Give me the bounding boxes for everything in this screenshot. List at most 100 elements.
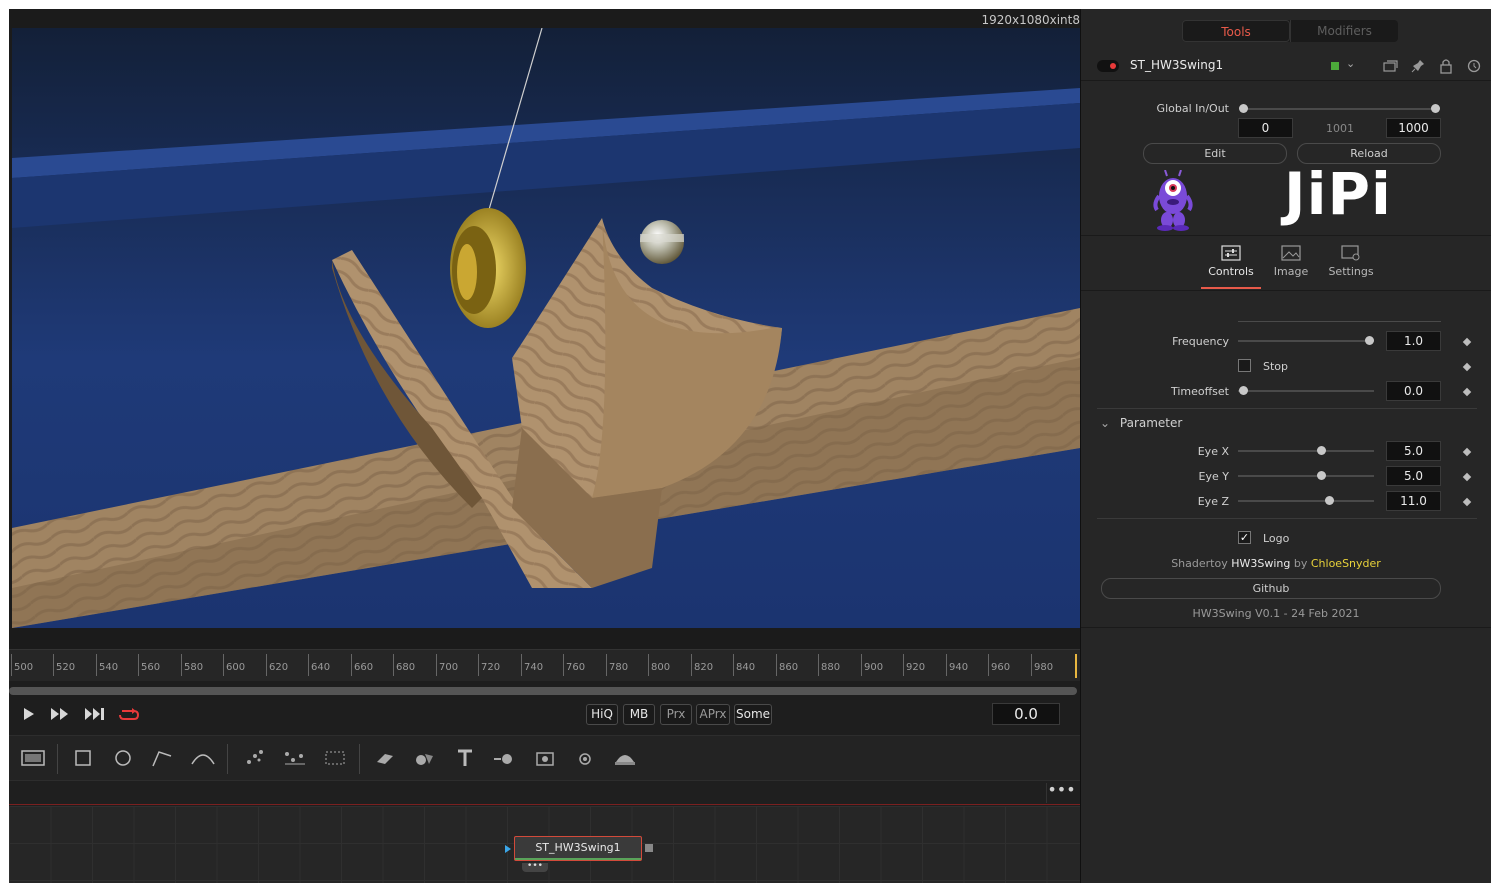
image-icon: [1281, 245, 1301, 261]
text3d-icon[interactable]: [451, 746, 479, 772]
background-tool-icon[interactable]: [19, 746, 47, 772]
rendered-scene: [12, 28, 1080, 628]
shader-title-link[interactable]: HW3Swing: [1231, 557, 1290, 570]
keyframe-icon[interactable]: [1462, 362, 1472, 372]
keyframe-icon[interactable]: [1462, 337, 1472, 347]
bspline-mask-icon[interactable]: [189, 746, 217, 772]
eye-z-label: Eye Z: [1197, 495, 1229, 508]
global-in-field[interactable]: 0: [1238, 118, 1293, 138]
pin-icon[interactable]: [1410, 58, 1426, 74]
tab-tools[interactable]: Tools: [1182, 20, 1290, 42]
stop-checkbox[interactable]: [1238, 359, 1251, 372]
play-icon[interactable]: [17, 707, 39, 727]
timeoffset-field[interactable]: 0.0: [1386, 381, 1441, 401]
node-status-bar: [515, 858, 641, 860]
timeoffset-slider[interactable]: [1238, 390, 1374, 392]
shape3d-icon[interactable]: [371, 746, 399, 772]
divider: [1097, 408, 1477, 409]
fast-forward-icon[interactable]: [49, 707, 71, 727]
tab-settings-label: Settings: [1328, 265, 1374, 278]
global-out-handle[interactable]: [1431, 104, 1440, 113]
hiq-button[interactable]: HiQ: [586, 704, 618, 725]
eye-y-slider[interactable]: [1238, 475, 1374, 477]
ruler-tick: 500: [11, 654, 33, 676]
eye-y-field[interactable]: 5.0: [1386, 466, 1441, 486]
node-input-icon[interactable]: [505, 845, 511, 853]
edit-button[interactable]: Edit: [1143, 143, 1287, 164]
eye-y-knob[interactable]: [1317, 471, 1326, 480]
node-st-hw3swing1[interactable]: ST_HW3Swing1: [514, 836, 642, 861]
logo-checkbox[interactable]: ✓: [1238, 531, 1251, 544]
keyframe-icon[interactable]: [1462, 387, 1472, 397]
spotlight-icon[interactable]: [571, 746, 599, 772]
keyframe-icon[interactable]: [1462, 447, 1472, 457]
ellipse-mask-icon[interactable]: [109, 746, 137, 772]
eye-x-field[interactable]: 5.0: [1386, 441, 1441, 461]
ruler-tick: 600: [223, 654, 245, 676]
renderer3d-icon[interactable]: [491, 746, 519, 772]
tool-color-swatch[interactable]: [1331, 62, 1339, 70]
eye-x-slider[interactable]: [1238, 450, 1374, 452]
current-time-field[interactable]: 0.0: [992, 703, 1060, 725]
polygon-mask-icon[interactable]: [149, 746, 177, 772]
tab-controls[interactable]: Controls: [1201, 245, 1261, 289]
global-section: Global In/Out 0 1001 1000 Edit Reload Ji…: [1081, 82, 1491, 236]
particle-emitter-icon[interactable]: [241, 746, 269, 772]
node-label: ST_HW3Swing1: [535, 841, 621, 854]
viewer-panel[interactable]: 1920x1080xint8: [9, 9, 1080, 649]
more-options-button[interactable]: •••: [1046, 782, 1076, 803]
inspector-tabs: Tools Modifiers: [1182, 20, 1398, 42]
eye-z-field[interactable]: 11.0: [1386, 491, 1441, 511]
merge3d-icon[interactable]: [411, 746, 439, 772]
timeline-ruler[interactable]: 500 520 540 560 580 600 620 640 660 680 …: [9, 649, 1080, 681]
eye-x-knob[interactable]: [1317, 446, 1326, 455]
keyframe-icon[interactable]: [1462, 472, 1472, 482]
aprx-button[interactable]: APrx: [696, 704, 730, 725]
tab-settings[interactable]: Settings: [1321, 245, 1381, 289]
tab-image[interactable]: Image: [1261, 245, 1321, 289]
ruler-tick: 640: [308, 654, 330, 676]
some-button[interactable]: Some: [734, 704, 772, 725]
tab-image-label: Image: [1273, 265, 1309, 278]
node-flow[interactable]: ST_HW3Swing1 •••: [9, 806, 1080, 883]
particle-render-icon[interactable]: [281, 746, 309, 772]
ruler-tick: 740: [521, 654, 543, 676]
ruler-tick: 620: [266, 654, 288, 676]
node-expand-icon[interactable]: •••: [522, 862, 548, 872]
frequency-slider[interactable]: [1238, 340, 1374, 342]
frequency-knob[interactable]: [1365, 336, 1374, 345]
prx-button[interactable]: Prx: [660, 704, 692, 725]
global-range-track[interactable]: [1243, 108, 1435, 110]
toolbar-separator: [227, 744, 228, 774]
global-in-handle[interactable]: [1239, 104, 1248, 113]
frequency-field[interactable]: 1.0: [1386, 331, 1441, 351]
chevron-down-icon[interactable]: ⌄: [1346, 57, 1355, 70]
keyframe-icon[interactable]: [1462, 497, 1472, 507]
tool-enable-toggle[interactable]: [1097, 60, 1119, 72]
reset-icon[interactable]: [1466, 58, 1482, 74]
node-output-icon[interactable]: [645, 844, 653, 852]
time-scrubber[interactable]: [9, 687, 1077, 695]
mb-button[interactable]: MB: [623, 704, 655, 725]
particle-style-icon[interactable]: [321, 746, 349, 772]
timeoffset-knob[interactable]: [1239, 386, 1248, 395]
render-viewport[interactable]: [12, 28, 1080, 628]
eye-z-slider[interactable]: [1238, 500, 1374, 502]
playhead[interactable]: [1075, 654, 1077, 678]
eye-z-knob[interactable]: [1325, 496, 1334, 505]
global-out-field[interactable]: 1000: [1386, 118, 1441, 138]
tab-modifiers[interactable]: Modifiers: [1290, 20, 1398, 42]
parameter-group-header[interactable]: ⌄ Parameter: [1100, 416, 1182, 430]
rectangle-mask-icon[interactable]: [69, 746, 97, 772]
author-link[interactable]: ChloeSnyder: [1311, 557, 1381, 570]
ruler-tick: 540: [96, 654, 118, 676]
lock-icon[interactable]: [1438, 58, 1454, 74]
versions-icon[interactable]: [1382, 58, 1398, 74]
ruler-tick: 820: [691, 654, 713, 676]
image-plane-icon[interactable]: [611, 746, 639, 772]
ruler-tick: 920: [903, 654, 925, 676]
camera3d-icon[interactable]: [531, 746, 559, 772]
loop-icon[interactable]: [118, 707, 140, 727]
github-button[interactable]: Github: [1101, 578, 1441, 599]
skip-to-end-icon[interactable]: [84, 707, 106, 727]
